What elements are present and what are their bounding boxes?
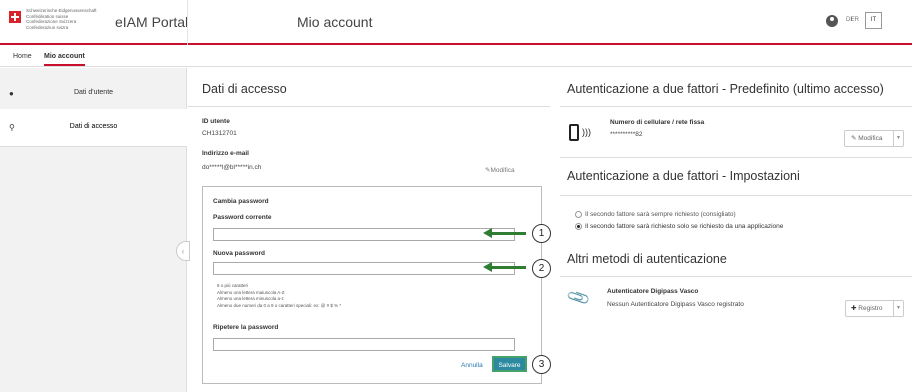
sidebar-item-label: Dati d'utente — [73, 89, 114, 96]
breadcrumb-tabs: Home Mio account — [0, 47, 912, 67]
repeat-password-label: Ripetere la password — [213, 324, 279, 331]
chevron-down-icon[interactable]: ▼ — [893, 131, 903, 146]
mobile-phone-icon — [569, 124, 579, 141]
page-title: Mio account — [297, 14, 373, 30]
tab-home[interactable]: Home — [13, 53, 32, 60]
register-button[interactable]: ✚ Registro ▼ — [845, 300, 904, 317]
other-methods-title: Altri metodi di autenticazione — [567, 252, 727, 266]
top-header: Schweizerische Eidgenossenschaft Confédé… — [0, 0, 912, 45]
sidebar-item-label: Dati di accesso — [69, 123, 118, 130]
confederation-text: Schweizerische Eidgenossenschaft Confédé… — [26, 8, 97, 30]
save-button[interactable]: Salvare — [492, 356, 527, 372]
user-id-value: CH1312701 — [202, 130, 237, 137]
new-password-label: Nuova password — [213, 250, 266, 257]
callout-arrow-1 — [483, 228, 526, 238]
chevron-down-icon[interactable]: ▼ — [893, 301, 903, 316]
sidebar: ● Dati d'utente ⚲ Dati di accesso — [0, 68, 187, 392]
radio-required-by-application[interactable] — [575, 223, 582, 230]
radio-label: Il secondo fattore sarà sempre richiesto… — [585, 211, 736, 218]
pencil-icon: ✎ — [851, 135, 857, 142]
tab-mio-account[interactable]: Mio account — [44, 53, 85, 66]
digipass-label: Autenticatore Digipass Vasco — [607, 288, 699, 295]
swiss-flag-icon — [9, 11, 21, 23]
phone-number-masked: **********82 — [610, 131, 643, 138]
sidebar-collapse-toggle[interactable]: ‹ — [176, 241, 190, 261]
callout-number-3: 3 — [532, 355, 551, 374]
phone-method-label: Numero di cellulare / rete fissa — [610, 119, 705, 126]
user-account-icon[interactable] — [826, 15, 838, 27]
paperclip-icon: 📎 — [566, 286, 593, 311]
new-password-input[interactable] — [213, 262, 515, 275]
sidebar-item-user-data[interactable]: ● Dati d'utente — [0, 75, 187, 113]
language-fr[interactable]: FR — [851, 17, 859, 23]
password-rules: 8 o più caratteri Almeno una lettera mai… — [217, 283, 342, 308]
radio-always-required[interactable] — [575, 211, 582, 218]
twofa-settings-title: Autenticazione a due fattori - Impostazi… — [567, 169, 800, 183]
callout-number-1: 1 — [532, 224, 551, 243]
current-password-label: Password corrente — [213, 214, 272, 221]
change-password-title: Cambia password — [213, 198, 269, 205]
twofa-default-title: Autenticazione a due fattori - Predefini… — [567, 82, 884, 96]
edit-phone-button[interactable]: ✎ Modifica ▼ — [844, 130, 904, 147]
plus-icon: ✚ — [851, 305, 857, 312]
header-divider — [187, 0, 188, 45]
signal-waves-icon: ))) — [582, 127, 591, 137]
divider — [188, 106, 550, 107]
digipass-status: Nessun Autenticatore Digipass Vasco regi… — [607, 301, 744, 308]
divider — [560, 106, 912, 107]
current-password-input[interactable] — [213, 228, 515, 241]
sidebar-item-access-data[interactable]: ⚲ Dati di accesso — [0, 109, 187, 147]
edit-email-link[interactable]: ✎Modifica — [485, 166, 515, 174]
email-value: do*****l@bl*****in.ch — [202, 164, 262, 171]
cancel-link[interactable]: Annulla — [461, 362, 483, 369]
radio-label: Il secondo fattore sarà richiesto solo s… — [585, 223, 784, 230]
user-id-label: ID utente — [202, 118, 230, 125]
callout-number-2: 2 — [532, 259, 551, 278]
divider — [560, 276, 912, 277]
access-section-title: Dati di accesso — [202, 82, 287, 96]
repeat-password-input[interactable] — [213, 338, 515, 351]
email-label: Indirizzo e-mail — [202, 150, 249, 157]
language-it[interactable]: IT — [865, 12, 882, 29]
callout-arrow-2 — [483, 262, 526, 272]
divider — [560, 157, 912, 158]
divider — [560, 195, 912, 196]
app-title: eIAM Portal — [115, 14, 189, 30]
